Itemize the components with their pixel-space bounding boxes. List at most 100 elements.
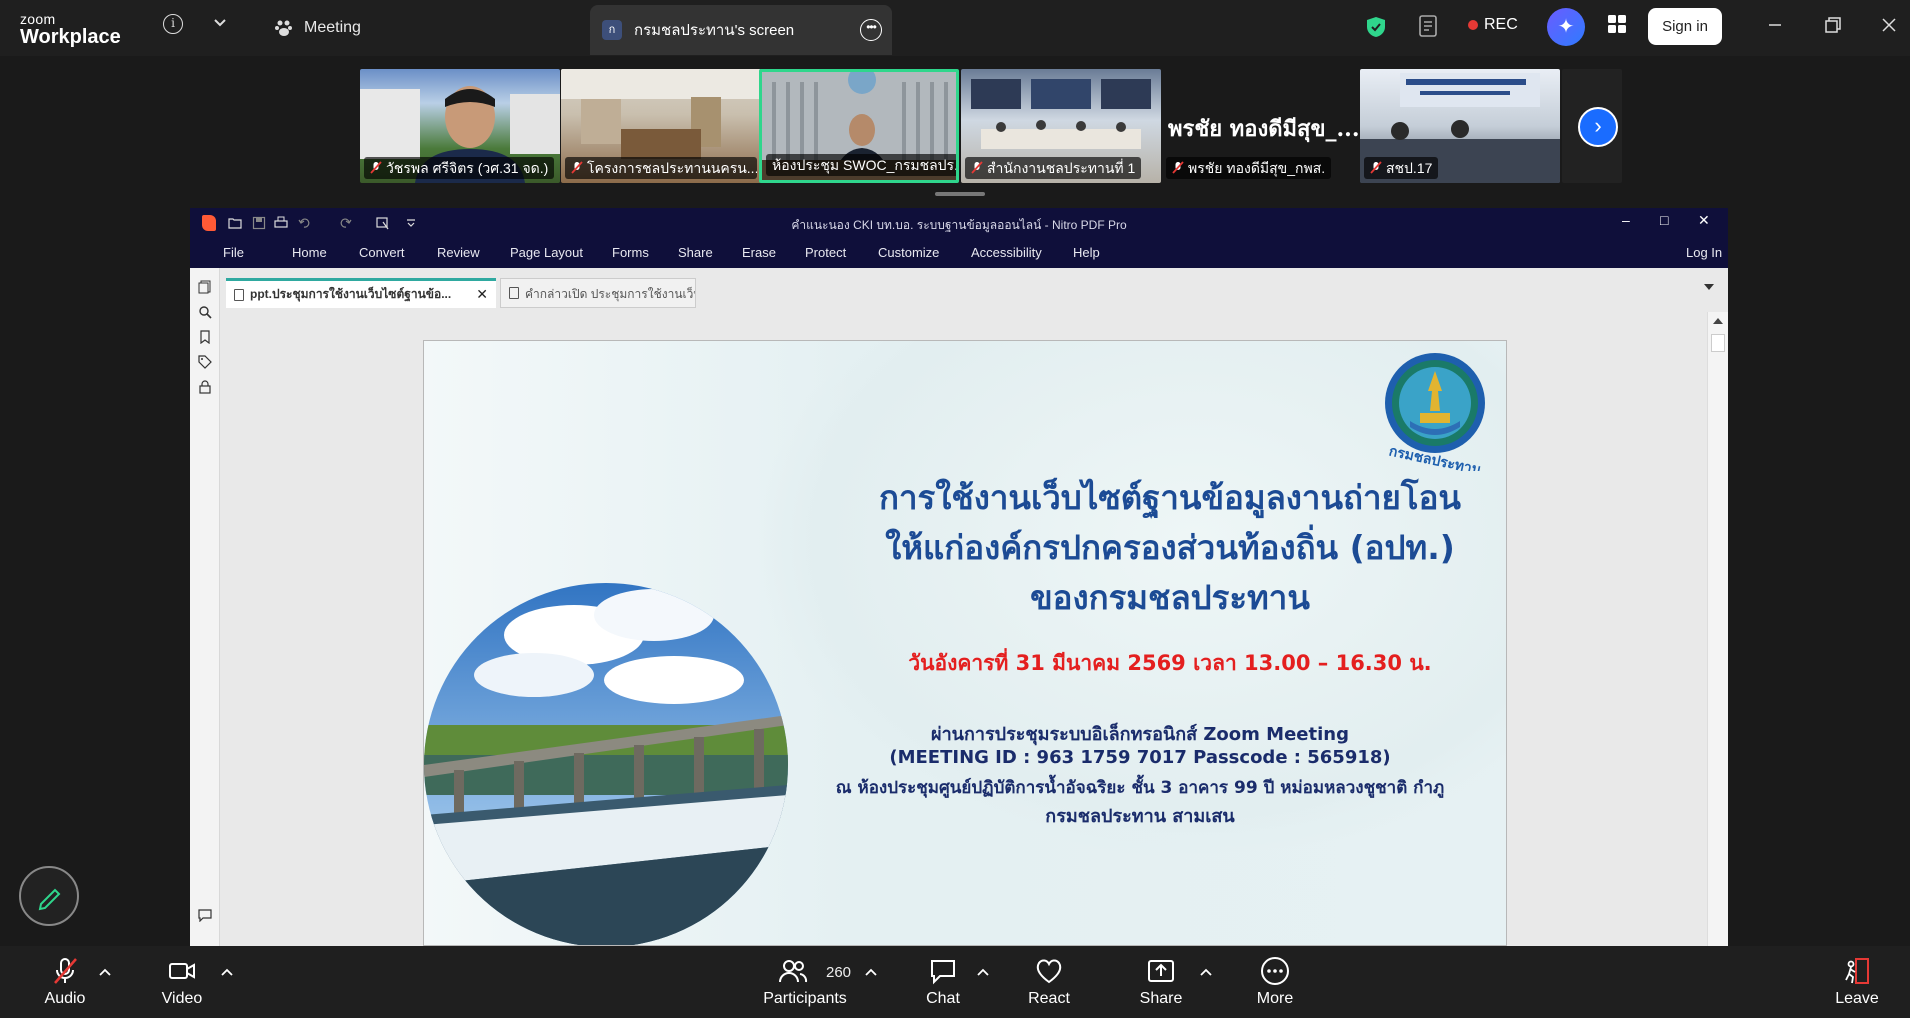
record-dot-icon <box>1468 20 1478 30</box>
video-button[interactable]: Video <box>157 956 207 1008</box>
chat-label: Chat <box>926 990 960 1007</box>
ribbon-tab-home[interactable]: Home <box>292 245 327 260</box>
zoom-logo: zoom Workplace <box>20 12 121 47</box>
tag-icon[interactable] <box>198 355 212 369</box>
participants-icon <box>779 960 808 983</box>
ribbon-tab-accessibility[interactable]: Accessibility <box>971 245 1042 260</box>
recording-indicator[interactable]: REC <box>1468 16 1518 34</box>
nitro-maximize-icon[interactable]: □ <box>1660 212 1668 228</box>
chevron-down-icon[interactable] <box>212 14 228 30</box>
video-tile[interactable]: วัชรพล ศรีจิตร (วศ.31 จด.) <box>360 69 560 183</box>
shield-check-icon[interactable] <box>1366 16 1386 38</box>
share-screen-icon <box>1148 960 1174 982</box>
nitro-close-icon[interactable]: ✕ <box>1698 212 1710 229</box>
share-label: Share <box>1139 990 1183 1007</box>
minimize-icon[interactable] <box>1764 14 1786 36</box>
ribbon-tab-convert[interactable]: Convert <box>359 245 405 260</box>
participants-options-caret-icon[interactable] <box>865 968 877 976</box>
meeting-label: Meeting <box>304 19 361 36</box>
bookmark-icon[interactable] <box>198 330 212 344</box>
zoom-logo-line2: Workplace <box>20 26 121 48</box>
login-link[interactable]: Log In <box>1686 245 1722 260</box>
notes-icon[interactable] <box>1418 14 1440 38</box>
audio-options-caret-icon[interactable] <box>99 968 111 976</box>
document-tab-active[interactable]: ppt.ประชุมการใช้งานเว็บไซต์ฐานข้อ... ✕ <box>226 278 496 308</box>
weir-photo <box>424 583 788 945</box>
ribbon-tab-forms[interactable]: Forms <box>612 245 649 260</box>
muted-mic-icon <box>971 161 983 174</box>
apps-icon[interactable] <box>1605 12 1629 36</box>
more-button[interactable]: More <box>1250 956 1300 1008</box>
chat-options-caret-icon[interactable] <box>977 968 989 976</box>
ribbon-tab-share[interactable]: Share <box>678 245 713 260</box>
slide-title-line1: การใช้งานเว็บไซต์ฐานข้อมูลงานถ่ายโอน <box>879 478 1461 517</box>
pages-icon[interactable] <box>198 280 212 294</box>
scroll-thumb[interactable] <box>1711 334 1725 352</box>
close-icon[interactable] <box>1878 14 1900 36</box>
participant-name: ห้องประชุม SWOC_กรมชลปร... <box>766 154 956 176</box>
leave-button[interactable]: Leave <box>1832 956 1882 1008</box>
meeting-menu[interactable]: Meeting <box>274 12 361 44</box>
video-tile[interactable]: สชป.17 <box>1360 69 1560 183</box>
document-tab-bar: ppt.ประชุมการใช้งานเว็บไซต์ฐานข้อ... ✕ คำ… <box>220 268 1728 312</box>
ribbon-tab-customize[interactable]: Customize <box>878 245 939 260</box>
react-label: React <box>1028 990 1070 1007</box>
sign-in-button[interactable]: Sign in <box>1648 8 1722 45</box>
strip-resize-handle[interactable] <box>935 192 985 196</box>
chat-button[interactable]: Chat <box>918 956 968 1008</box>
video-tile[interactable]: สำนักงานชลประทานที่ 1 <box>961 69 1161 183</box>
video-tile[interactable]: โครงการชลประทานนครน... <box>561 69 761 183</box>
comment-icon[interactable] <box>198 908 212 922</box>
screen-share-tab[interactable]: ก กรมชลประทาน's screen ••• <box>590 5 892 55</box>
document-tab[interactable]: คำกล่าวเปิด ประชุมการใช้งานเว็บไซ... <box>500 278 696 308</box>
audio-label: Audio <box>44 990 86 1007</box>
shared-screen: คำแนะนอง CKI บท.บอ. ระบบฐานข้อมูลออนไลน์… <box>190 208 1728 946</box>
video-strip: วัชรพล ศรีจิตร (วศ.31 จด.) โครงการชลประท… <box>360 69 1625 183</box>
audio-button[interactable]: Audio <box>40 956 90 1008</box>
annotate-button[interactable] <box>19 866 79 926</box>
vertical-scrollbar[interactable] <box>1707 312 1728 946</box>
participant-name: สชป.17 <box>1364 157 1439 179</box>
nitro-minimize-icon[interactable]: – <box>1622 212 1630 228</box>
share-options-caret-icon[interactable] <box>1200 968 1212 976</box>
participant-name: พรชัย ทองดีมีสุข_กพส. <box>1166 157 1332 179</box>
search-icon[interactable] <box>198 305 212 319</box>
ribbon-tab-file[interactable]: File <box>223 245 244 260</box>
muted-mic-icon <box>54 958 77 984</box>
video-options-caret-icon[interactable] <box>221 968 233 976</box>
react-button[interactable]: React <box>1024 956 1074 1008</box>
nitro-side-panel <box>190 268 220 946</box>
video-tile-active-speaker[interactable]: ห้องประชุม SWOC_กรมชลปร... <box>759 69 959 183</box>
sharer-avatar: ก <box>602 20 622 40</box>
ribbon-tab-help[interactable]: Help <box>1073 245 1100 260</box>
zoom-logo-line1: zoom <box>20 11 56 27</box>
document-icon <box>234 289 244 301</box>
nitro-window-title: คำแนะนอง CKI บท.บอ. ระบบฐานข้อมูลออนไลน์… <box>791 218 1127 232</box>
restore-icon[interactable] <box>1822 14 1844 36</box>
share-button[interactable]: Share <box>1136 956 1186 1008</box>
ai-companion-icon[interactable]: ✦ <box>1547 8 1585 46</box>
video-tile-name-only[interactable]: พรชัย ทองดีมีสุข_... พรชัย ทองดีมีสุข_กพ… <box>1162 69 1362 183</box>
slide-venue-line2: กรมชลประทาน สามเสน <box>1045 806 1235 827</box>
next-page-button[interactable]: › <box>1578 107 1618 147</box>
muted-mic-icon <box>1370 161 1382 174</box>
ribbon-tab-protect[interactable]: Protect <box>805 245 846 260</box>
video-camera-icon <box>169 963 195 979</box>
ribbon-tab-page-layout[interactable]: Page Layout <box>510 245 583 260</box>
close-tab-icon[interactable]: ✕ <box>476 281 488 307</box>
ribbon-tab-erase[interactable]: Erase <box>742 245 776 260</box>
more-dots-icon <box>1261 957 1289 985</box>
participant-name: วัชรพล ศรีจิตร (วศ.31 จด.) <box>364 157 555 179</box>
tab-list-dropdown-icon[interactable] <box>1704 284 1714 290</box>
muted-mic-icon <box>370 161 382 174</box>
info-icon[interactable]: i <box>163 14 183 34</box>
pdf-page-slide: กรมชลประทาน การใช้งานเว็บไซต์ฐานข้อมูลงา… <box>423 340 1507 946</box>
screen-share-label: กรมชลประทาน's screen <box>634 22 795 39</box>
more-options-icon[interactable]: ••• <box>860 19 882 41</box>
leave-label: Leave <box>1835 990 1879 1007</box>
heart-icon <box>1036 959 1062 984</box>
lock-icon[interactable] <box>198 380 212 394</box>
scroll-up-icon[interactable] <box>1713 318 1723 324</box>
slide-title-line3: ของกรมชลประทาน <box>1030 578 1310 617</box>
ribbon-tab-review[interactable]: Review <box>437 245 480 260</box>
